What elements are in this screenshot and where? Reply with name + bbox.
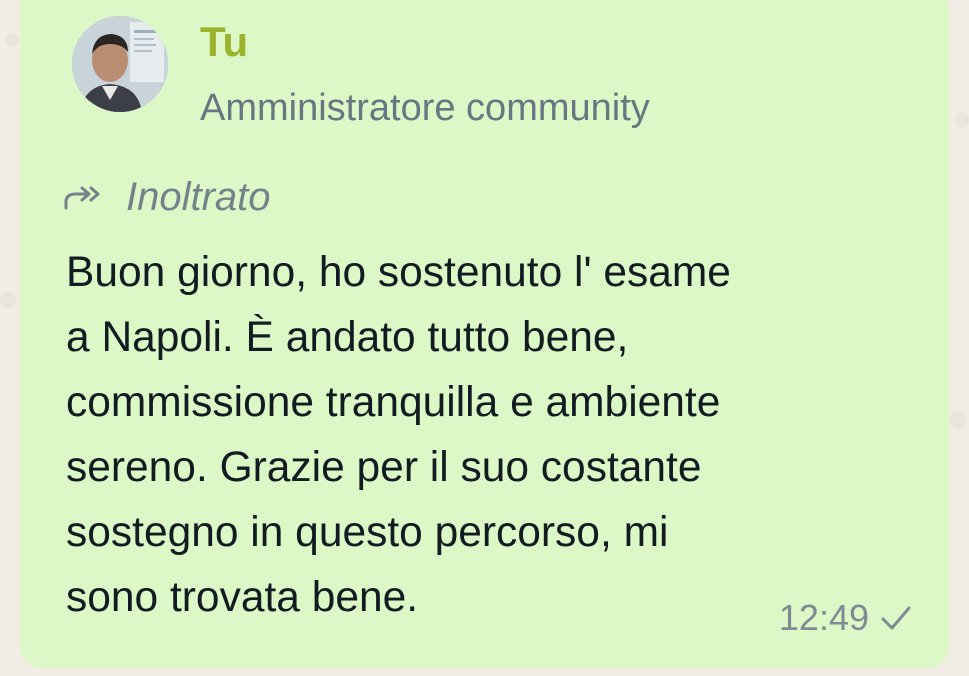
sender-role: Amministratore community: [200, 87, 650, 129]
message-line: a Napoli. È andato tutto bene,: [66, 314, 629, 361]
single-check-icon: [881, 606, 911, 630]
message-bubble[interactable]: Tu Amministratore community Inoltrato Bu…: [20, 0, 949, 668]
avatar[interactable]: [72, 16, 168, 112]
message-line: commissione tranquilla e ambiente: [66, 379, 721, 426]
avatar-photo: [72, 16, 168, 112]
message-line: sostegno in questo percorso, mi: [66, 509, 669, 556]
message-line: Buon giorno, ho sostenuto l' esame: [66, 249, 731, 296]
forward-arrow-icon: [64, 186, 100, 210]
message-time: 12:49: [778, 597, 869, 638]
message-text: Buon giorno, ho sostenuto l' esame a Nap…: [66, 240, 946, 630]
message-line: sereno. Grazie per il suo costante: [66, 444, 702, 491]
sender-name[interactable]: Tu: [200, 16, 248, 68]
forwarded-label: Inoltrato: [126, 175, 271, 219]
message-meta: 12:49: [779, 596, 913, 640]
forwarded-indicator: Inoltrato: [62, 172, 271, 222]
